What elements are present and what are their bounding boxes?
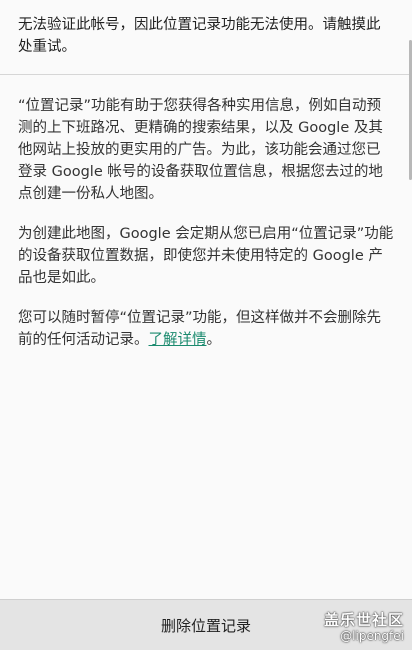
learn-more-link[interactable]: 了解详情 [149,332,207,348]
content-area: 无法验证此帐号，因此位置记录功能无法使用。请触摸此处重试。 “位置记录”功能有助… [0,0,412,600]
info-paragraph-2: 为创建此地图，Google 会定期从您已启用“位置记录”功能的设备获取位置数据，… [18,226,394,286]
info-paragraph-1: “位置记录”功能有助于您获得各种实用信息，例如自动预测的上下班路况、更精确的搜索… [18,98,383,202]
divider [0,74,412,75]
delete-location-history-button[interactable]: 删除位置记录 [145,607,267,644]
location-history-screen: 无法验证此帐号，因此位置记录功能无法使用。请触摸此处重试。 “位置记录”功能有助… [0,0,412,650]
info-paragraph-3: 您可以随时暂停“位置记录”功能，但这样做并不会删除先前的任何活动记录。了解详情。 [18,307,394,351]
retry-error-message[interactable]: 无法验证此帐号，因此位置记录功能无法使用。请触摸此处重试。 [18,14,394,58]
bottom-action-bar: 删除位置记录 [0,599,412,650]
info-paragraph-3-end: 。 [206,332,222,348]
